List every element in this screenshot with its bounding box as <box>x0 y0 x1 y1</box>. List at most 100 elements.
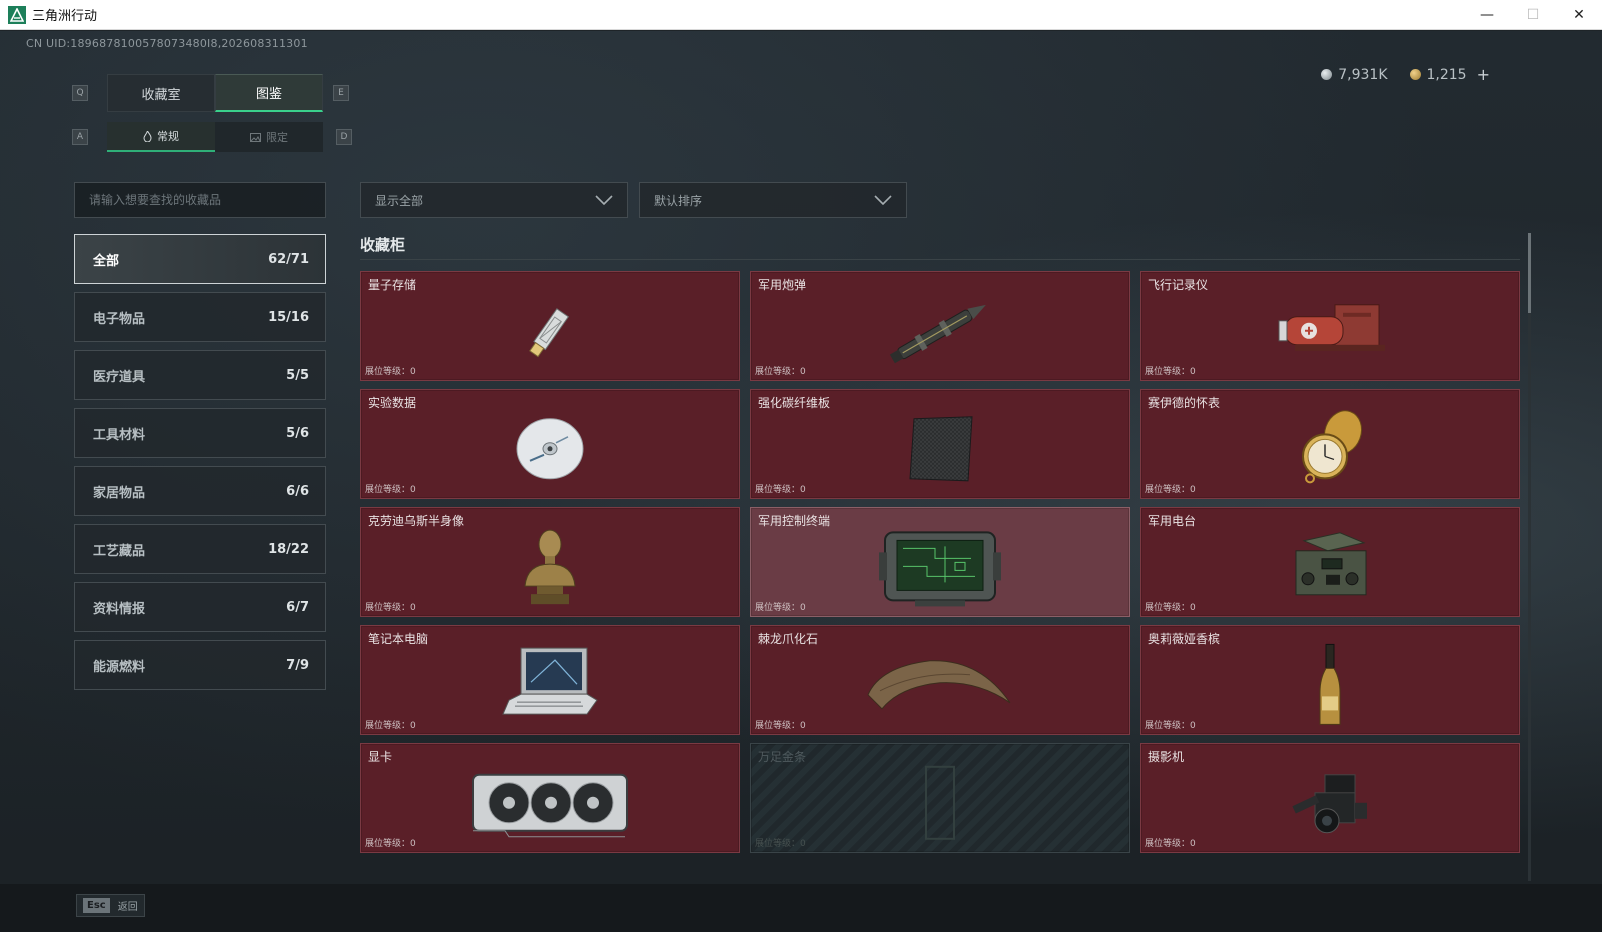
item-card[interactable]: 显卡 展位等级：0 <box>360 743 740 853</box>
category-label: 家居物品 <box>93 485 146 501</box>
item-name: 赛伊德的怀表 <box>1148 396 1221 410</box>
item-level: 展位等级：0 <box>755 603 806 613</box>
category-label: 医疗道具 <box>93 369 146 385</box>
item-name: 万足金条 <box>758 750 807 764</box>
tab-collection-room[interactable]: 收藏室 <box>107 74 215 112</box>
tab-regular[interactable]: 常规 <box>107 122 215 152</box>
item-name: 摄影机 <box>1148 750 1185 764</box>
category-household[interactable]: 家居物品 6/6 <box>74 466 326 516</box>
item-card[interactable]: 军用炮弹 展位等级：0 <box>750 271 1130 381</box>
key-hint-q: Q <box>72 85 88 101</box>
collection-grid-viewport: 量子存储 展位等级：0 军用炮弹 展位等级：0 飞行记录仪 展位等级：0 实验数… <box>360 271 1520 881</box>
item-name: 军用炮弹 <box>758 278 807 292</box>
item-card[interactable]: 笔记本电脑 展位等级：0 <box>360 625 740 735</box>
laptop-icon <box>502 647 598 715</box>
gold-currency: 1,215 + <box>1409 65 1490 84</box>
chevron-down-icon <box>874 195 892 205</box>
game-screen: CN UID:1896878100578073480I8,20260831130… <box>0 31 1602 932</box>
item-card[interactable]: 量子存储 展位等级：0 <box>360 271 740 381</box>
item-name: 实验数据 <box>368 396 417 410</box>
item-card-locked[interactable]: 万足金条 展位等级：0 <box>750 743 1130 853</box>
item-card[interactable]: 棘龙爪化石 展位等级：0 <box>750 625 1130 735</box>
display-filter-dropdown[interactable]: 显示全部 <box>360 182 628 218</box>
champagne-icon <box>1319 643 1341 725</box>
maximize-button[interactable]: ☐ <box>1510 0 1556 30</box>
player-uid: CN UID:1896878100578073480I8,20260831130… <box>26 37 308 50</box>
tab-limited-label: 限定 <box>266 131 288 144</box>
item-level: 展位等级：0 <box>1145 721 1196 731</box>
window-titlebar: 三角洲行动 — ☐ ✕ <box>0 0 1602 30</box>
item-level: 展位等级：0 <box>365 367 416 377</box>
usb-drive-icon <box>529 308 570 358</box>
item-card[interactable]: 军用电台 展位等级：0 <box>1140 507 1520 617</box>
add-currency-button[interactable]: + <box>1477 65 1490 84</box>
chevron-down-icon <box>595 195 613 205</box>
item-name: 强化碳纤维板 <box>758 396 831 410</box>
item-card[interactable]: 飞行记录仪 展位等级：0 <box>1140 271 1520 381</box>
gold-bar-icon <box>925 765 955 840</box>
category-label: 电子物品 <box>93 311 146 327</box>
category-medical[interactable]: 医疗道具 5/5 <box>74 350 326 400</box>
tab-catalog[interactable]: 图鉴 <box>215 74 323 112</box>
scroll-thumb[interactable] <box>1528 233 1531 313</box>
item-card[interactable]: 克劳迪乌斯半身像 展位等级：0 <box>360 507 740 617</box>
category-crafts[interactable]: 工艺藏品 18/22 <box>74 524 326 574</box>
item-level: 展位等级：0 <box>365 603 416 613</box>
main-tabs: 收藏室 图鉴 <box>107 74 323 112</box>
image-icon <box>250 132 261 142</box>
flight-recorder-icon <box>1278 304 1385 351</box>
item-card[interactable]: 实验数据 展位等级：0 <box>360 389 740 499</box>
flame-icon <box>143 130 152 142</box>
tab-limited[interactable]: 限定 <box>215 122 323 152</box>
item-card[interactable]: 赛伊德的怀表 展位等级：0 <box>1140 389 1520 499</box>
item-level: 展位等级：0 <box>755 721 806 731</box>
claw-fossil-icon <box>867 660 1011 710</box>
category-label: 资料情报 <box>93 601 146 617</box>
item-card[interactable]: 奥莉薇娅香槟 展位等级：0 <box>1140 625 1520 735</box>
item-card[interactable]: 摄影机 展位等级：0 <box>1140 743 1520 853</box>
item-name: 棘龙爪化石 <box>758 632 819 646</box>
back-button[interactable]: Esc 返回 <box>76 894 145 917</box>
category-fuel[interactable]: 能源燃料 7/9 <box>74 640 326 690</box>
category-list: 全部 62/71 电子物品 15/16 医疗道具 5/5 工具材料 5/6 家居… <box>74 234 326 698</box>
category-tools[interactable]: 工具材料 5/6 <box>74 408 326 458</box>
silver-coin-icon <box>1321 69 1333 80</box>
currency-bar: 7,931K 1,215 + <box>1321 65 1490 84</box>
item-card[interactable]: 强化碳纤维板 展位等级：0 <box>750 389 1130 499</box>
category-all[interactable]: 全部 62/71 <box>74 234 326 284</box>
category-electronics[interactable]: 电子物品 15/16 <box>74 292 326 342</box>
grid-scrollbar[interactable] <box>1528 233 1531 881</box>
search-input[interactable] <box>89 183 325 217</box>
item-level: 展位等级：0 <box>1145 485 1196 495</box>
category-count: 18/22 <box>268 541 309 557</box>
bust-icon <box>524 529 576 605</box>
sort-dropdown[interactable]: 默认排序 <box>639 182 907 218</box>
minimize-button[interactable]: — <box>1464 0 1510 30</box>
carbon-plate-icon <box>909 416 973 482</box>
tab-regular-label: 常规 <box>157 130 179 143</box>
disc-icon <box>516 418 584 480</box>
item-name: 笔记本电脑 <box>368 632 429 646</box>
section-title: 收藏柜 <box>360 236 406 254</box>
category-intel[interactable]: 资料情报 6/7 <box>74 582 326 632</box>
category-count: 5/6 <box>286 425 309 441</box>
item-card[interactable]: 军用控制终端 展位等级：0 <box>750 507 1130 617</box>
radio-icon <box>1295 532 1367 596</box>
silver-currency: 7,931K <box>1321 67 1388 83</box>
item-name: 军用控制终端 <box>758 514 831 528</box>
category-label: 全部 <box>93 253 120 269</box>
item-level: 展位等级：0 <box>1145 603 1196 613</box>
camera-icon <box>1292 774 1367 834</box>
back-label: 返回 <box>117 902 138 913</box>
section-divider <box>360 259 1520 260</box>
item-level: 展位等级：0 <box>1145 367 1196 377</box>
item-name: 克劳迪乌斯半身像 <box>368 514 465 528</box>
item-name: 飞行记录仪 <box>1148 278 1209 292</box>
key-hint-e: E <box>333 85 349 101</box>
item-name: 显卡 <box>368 750 393 764</box>
search-field[interactable] <box>74 182 326 218</box>
gpu-icon <box>472 773 628 838</box>
display-filter-value: 显示全部 <box>375 193 424 208</box>
esc-key: Esc <box>83 898 110 913</box>
close-button[interactable]: ✕ <box>1556 0 1602 30</box>
